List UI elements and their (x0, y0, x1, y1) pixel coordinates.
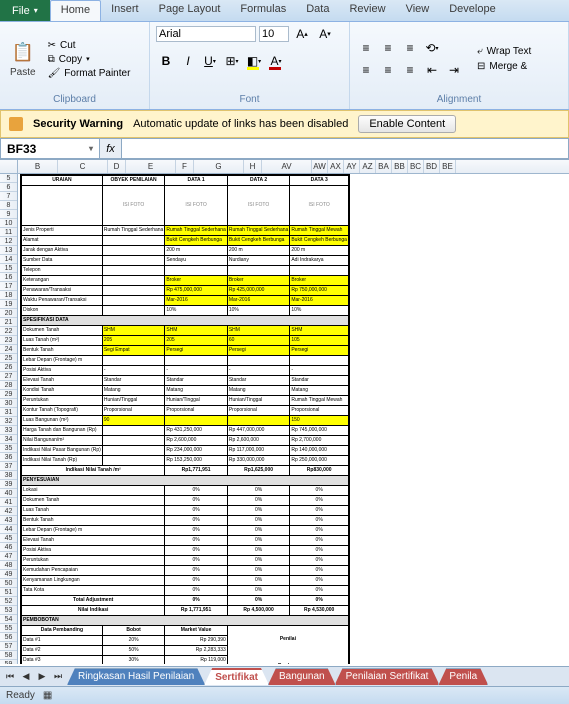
security-message: Automatic update of links has been disab… (133, 118, 348, 130)
name-box[interactable]: BF33 (0, 138, 100, 159)
wrap-icon: ⤶ (477, 46, 483, 57)
group-label-font: Font (156, 94, 343, 107)
font-name-select[interactable] (156, 26, 256, 42)
border-button[interactable]: ⊞▾ (222, 51, 242, 71)
align-bottom-button[interactable]: ≡ (400, 38, 420, 58)
sheet-nav-first[interactable]: ⏮ (2, 669, 18, 685)
paste-button[interactable]: 📋 Paste (6, 39, 40, 80)
merge-icon: ⊟ (477, 61, 485, 72)
italic-button[interactable]: I (178, 51, 198, 71)
orientation-button[interactable]: ⟲▾ (422, 38, 442, 58)
security-warning-bar: Security Warning Automatic update of lin… (0, 110, 569, 138)
sheet-nav-prev[interactable]: ◀ (18, 669, 34, 685)
copy-icon: ⧉ (48, 54, 55, 65)
status-bar: Ready ▦ (0, 686, 569, 704)
copy-button[interactable]: ⧉Copy▾ (44, 53, 135, 66)
tab-review[interactable]: Review (339, 0, 395, 21)
sheet-nav-next[interactable]: ▶ (34, 669, 50, 685)
sheet-tab-4[interactable]: Penila (438, 668, 488, 685)
paste-icon: 📋 (11, 41, 35, 65)
sheet-nav-last[interactable]: ⏭ (50, 669, 66, 685)
row-headers[interactable]: 5678910111213141516171819202122232425262… (0, 174, 18, 664)
bold-button[interactable]: B (156, 51, 176, 71)
cell-grid[interactable]: URAIANOBYEK PENILAIANDATA 1DATA 2DATA 3I… (18, 174, 569, 664)
tab-page-layout[interactable]: Page Layout (149, 0, 231, 21)
align-middle-button[interactable]: ≡ (378, 38, 398, 58)
tab-home[interactable]: Home (50, 0, 101, 21)
status-text: Ready (6, 690, 35, 701)
sheet-tabs-bar: ⏮ ◀ ▶ ⏭ Ringkasan Hasil PenilaianSertifi… (0, 666, 569, 686)
tab-data[interactable]: Data (296, 0, 339, 21)
sheet-tab-0[interactable]: Ringkasan Hasil Penilaian (67, 668, 205, 685)
align-right-button[interactable]: ≡ (400, 60, 420, 80)
brush-icon: 🖌 (48, 68, 61, 79)
merge-button[interactable]: ⊟Merge & (474, 60, 534, 73)
sheet-tab-2[interactable]: Bangunan (268, 668, 336, 685)
worksheet: BCDEFGHAVAWAXAYAZBABBBCBDBE 567891011121… (0, 160, 569, 664)
fx-button[interactable]: fx (100, 138, 122, 159)
indent-dec-button[interactable]: ⇤ (422, 60, 442, 80)
tab-formulas[interactable]: Formulas (230, 0, 296, 21)
sheet-tab-1[interactable]: Sertifikat (204, 668, 269, 685)
column-headers[interactable]: BCDEFGHAVAWAXAYAZBABBBCBDBE (0, 160, 569, 174)
select-all-corner[interactable] (0, 160, 18, 173)
align-center-button[interactable]: ≡ (378, 60, 398, 80)
ribbon: 📋 Paste ✂Cut ⧉Copy▾ 🖌Format Painter Clip… (0, 22, 569, 110)
grow-font-button[interactable]: A▴ (292, 24, 312, 44)
fill-color-button[interactable]: ◧▾ (244, 51, 264, 71)
align-top-button[interactable]: ≡ (356, 38, 376, 58)
cut-button[interactable]: ✂Cut (44, 39, 135, 52)
format-painter-button[interactable]: 🖌Format Painter (44, 67, 135, 80)
indent-inc-button[interactable]: ⇥ (444, 60, 464, 80)
tab-developer[interactable]: Develope (439, 0, 505, 21)
wrap-text-button[interactable]: ⤶Wrap Text (474, 45, 534, 58)
tab-view[interactable]: View (396, 0, 440, 21)
menu-tabs: File Home Insert Page Layout Formulas Da… (0, 0, 569, 22)
file-tab[interactable]: File (0, 0, 50, 21)
formula-input[interactable] (122, 138, 569, 159)
shrink-font-button[interactable]: A▾ (315, 24, 335, 44)
group-label-clipboard: Clipboard (6, 94, 143, 107)
underline-button[interactable]: U▾ (200, 51, 220, 71)
macro-icon[interactable]: ▦ (43, 690, 52, 701)
align-left-button[interactable]: ≡ (356, 60, 376, 80)
enable-content-button[interactable]: Enable Content (358, 115, 456, 133)
group-label-alignment: Alignment (356, 94, 562, 107)
cut-icon: ✂ (48, 40, 56, 51)
formula-bar: BF33 fx (0, 138, 569, 160)
sheet-tab-3[interactable]: Penilaian Sertifikat (335, 668, 440, 685)
tab-insert[interactable]: Insert (101, 0, 149, 21)
security-title: Security Warning (33, 118, 123, 130)
font-color-button[interactable]: A▾ (266, 51, 286, 71)
font-size-select[interactable] (259, 26, 289, 42)
shield-icon (9, 117, 23, 131)
